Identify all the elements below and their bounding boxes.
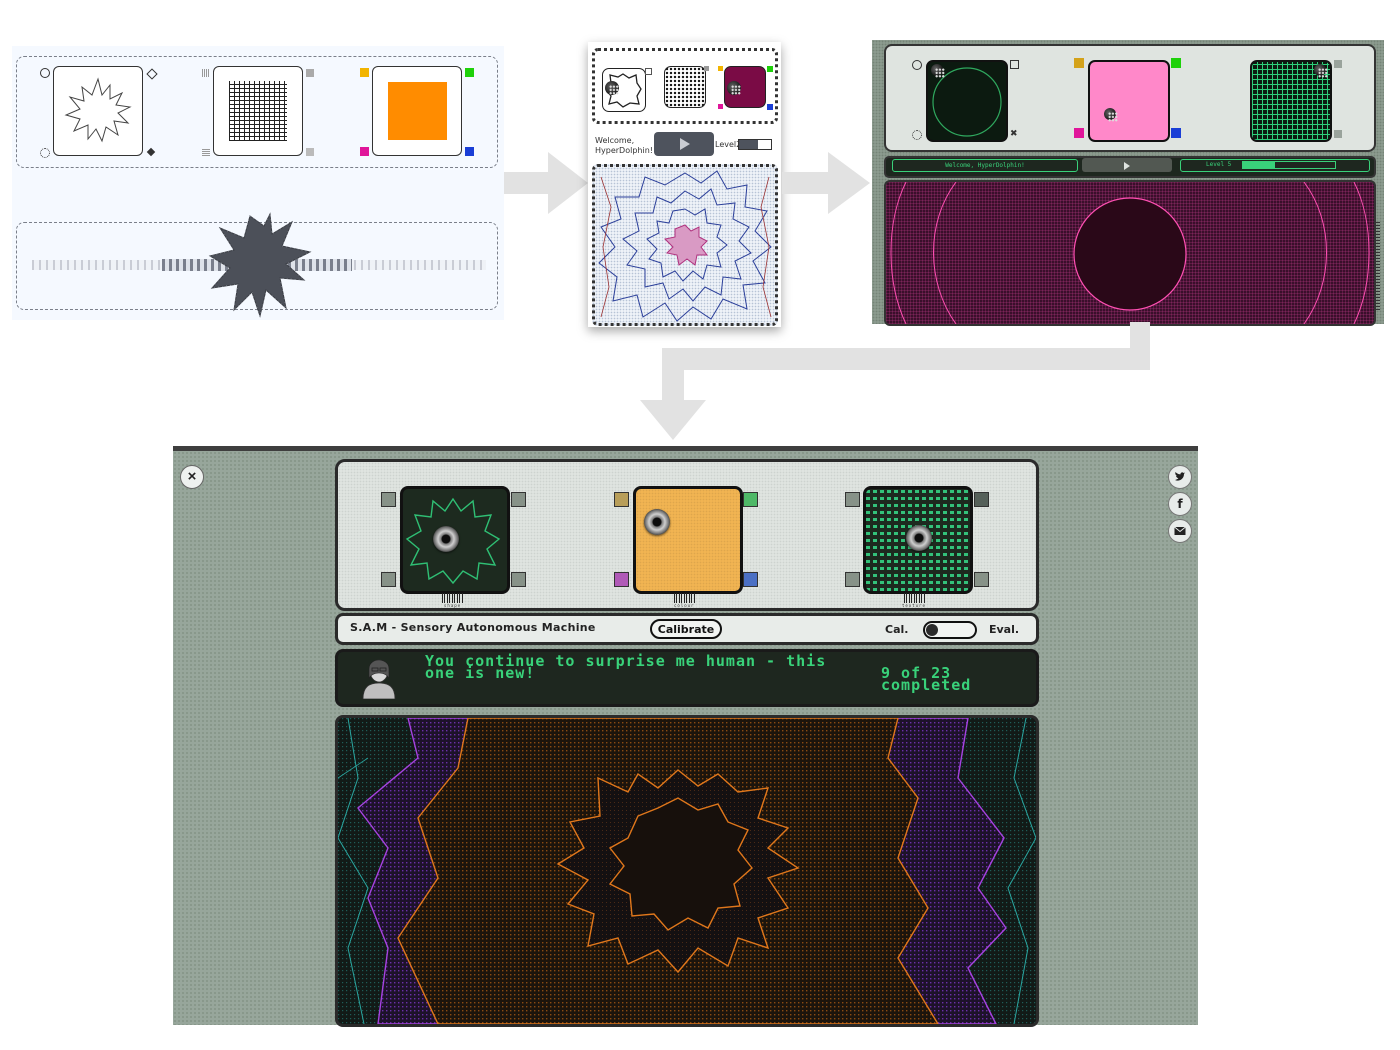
- shape-option-swatch[interactable]: [511, 492, 526, 507]
- colour-green-swatch[interactable]: [743, 492, 758, 507]
- texture-swatch-icon: [202, 69, 210, 77]
- colour-blue-swatch: [1171, 128, 1181, 138]
- stage3-texture-card[interactable]: [1250, 60, 1332, 142]
- stage1-colour-card[interactable]: [372, 66, 462, 156]
- flow-arrow-right: [504, 152, 588, 214]
- final-texture-card[interactable]: [863, 486, 973, 594]
- texture-option-swatch[interactable]: [974, 492, 989, 507]
- gear-icon: [40, 148, 50, 158]
- colour-yellow-swatch: [1074, 58, 1084, 68]
- shape-option-swatch[interactable]: [381, 572, 396, 587]
- colour-magenta-swatch[interactable]: [614, 572, 629, 587]
- gear-icon: [912, 130, 922, 140]
- stage2-colour-card[interactable]: [724, 66, 766, 108]
- calibrate-button[interactable]: Calibrate: [650, 619, 722, 639]
- stage2-welcome-text: Welcome, HyperDolphin!: [595, 136, 653, 155]
- toggle-label-eval: Eval.: [989, 623, 1020, 636]
- facebook-icon: f: [1177, 497, 1183, 511]
- close-icon: ×: [187, 468, 197, 485]
- square-icon: [1010, 60, 1019, 69]
- colour-blue-swatch: [465, 147, 474, 156]
- cross-icon: ✖: [1010, 129, 1018, 139]
- flow-arrow-right: [782, 152, 870, 214]
- slider-handle-shape[interactable]: [208, 212, 312, 320]
- grid-texture-icon: [229, 81, 287, 141]
- progress-text: 9 of 23 completed: [881, 664, 972, 694]
- eye-icon: [644, 509, 670, 535]
- avatar-portrait-icon: [362, 659, 396, 699]
- barcode-icon: [674, 593, 696, 603]
- colour-magenta-swatch: [1074, 128, 1084, 138]
- texture-option-swatch[interactable]: [845, 492, 860, 507]
- app-title: S.A.M - Sensory Autonomous Machine: [350, 621, 596, 634]
- stage2-contour-visual: [598, 170, 772, 322]
- stage2-shape-card[interactable]: [602, 68, 646, 112]
- texture-swatch-icon: [306, 69, 314, 77]
- play-icon: [680, 138, 690, 150]
- colour-green-swatch: [465, 68, 474, 77]
- stage1-prototype: [12, 46, 504, 320]
- stage2-texture-card[interactable]: [664, 66, 706, 108]
- email-icon: [1174, 526, 1186, 535]
- stage2-visual-area: [592, 164, 778, 326]
- final-visual-area: [335, 715, 1039, 1027]
- colour-blue-swatch[interactable]: [743, 572, 758, 587]
- scrollbar[interactable]: [1376, 220, 1380, 310]
- email-button[interactable]: [1168, 519, 1192, 543]
- final-contour-visual: [338, 718, 1036, 1024]
- stage3-play-button[interactable]: [1082, 158, 1172, 172]
- stage1-shape-card[interactable]: [53, 66, 143, 156]
- texture-swatch-icon: [202, 148, 210, 156]
- eye-icon: [433, 526, 459, 552]
- barcode-label-texture: texture: [902, 603, 926, 608]
- colour-yellow-swatch: [360, 68, 369, 77]
- stage2-level-bar: [738, 139, 772, 150]
- stage3-visual-area: [884, 180, 1376, 326]
- shape-option-swatch[interactable]: [381, 492, 396, 507]
- stage3-level-bar: [1242, 161, 1336, 169]
- toggle-knob: [926, 624, 938, 636]
- stage3-prototype: ✖ Welcome, HyperDolphin! Level 5: [872, 40, 1384, 326]
- stage2-prototype: Welcome, HyperDolphin! Level2: [588, 42, 781, 327]
- stage3-colour-card[interactable]: [1088, 60, 1170, 142]
- shape-option-swatch[interactable]: [511, 572, 526, 587]
- play-icon: [1124, 162, 1130, 170]
- barcode-label-colour: colour: [674, 603, 695, 608]
- eye-icon: [906, 525, 932, 551]
- circle-icon: [912, 60, 922, 70]
- toggle-label-cal: Cal.: [885, 623, 909, 636]
- orange-swatch: [388, 82, 447, 140]
- stage3-contour-visual: [890, 182, 1370, 324]
- twitter-icon: [1175, 472, 1185, 481]
- stage3-welcome-text: Welcome, HyperDolphin!: [892, 159, 1078, 172]
- stage3-shape-card[interactable]: [926, 60, 1008, 142]
- close-button[interactable]: ×: [180, 465, 204, 489]
- barcode-icon: [904, 593, 926, 603]
- texture-swatch-icon: [306, 148, 314, 156]
- avatar: [357, 653, 401, 699]
- barcode-icon: [442, 593, 464, 603]
- texture-option-swatch[interactable]: [845, 572, 860, 587]
- final-shape-card[interactable]: [400, 486, 510, 594]
- barcode-label-shape: shape: [444, 603, 462, 608]
- colour-magenta-swatch: [360, 147, 369, 156]
- mode-toggle[interactable]: [923, 621, 977, 639]
- starburst-icon: [64, 77, 132, 143]
- sam-message: You continue to surprise me human - this…: [425, 652, 827, 682]
- colour-green-swatch: [1171, 58, 1181, 68]
- final-colour-card[interactable]: [633, 486, 743, 594]
- twitter-button[interactable]: [1168, 465, 1192, 489]
- texture-option-swatch[interactable]: [974, 572, 989, 587]
- flow-arrow-down: [640, 322, 1150, 440]
- final-prototype: × f shape colour texture S.A.M - Sensory…: [173, 446, 1198, 1027]
- facebook-button[interactable]: f: [1168, 492, 1192, 516]
- stage2-play-button[interactable]: [654, 132, 714, 156]
- circle-icon: [40, 68, 50, 78]
- stage1-texture-card[interactable]: [213, 66, 303, 156]
- colour-olive-swatch[interactable]: [614, 492, 629, 507]
